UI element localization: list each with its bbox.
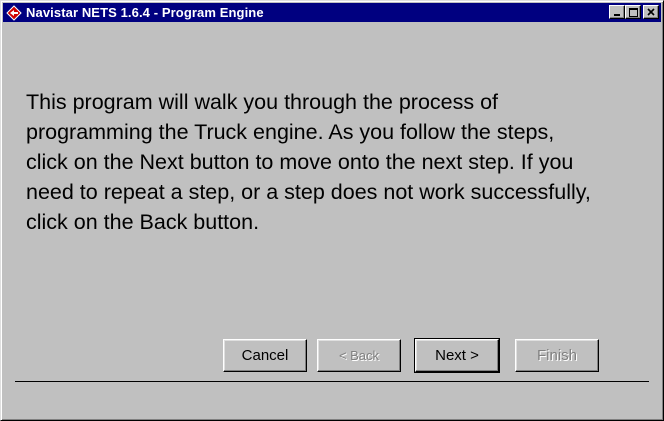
maximize-button[interactable] (625, 5, 641, 19)
cancel-button[interactable]: Cancel (223, 339, 307, 372)
next-button[interactable]: Next > (414, 338, 500, 373)
minimize-button[interactable] (609, 5, 625, 19)
close-button[interactable] (643, 5, 659, 19)
title-bar[interactable]: Navistar NETS 1.6.4 - Program Engine (3, 3, 661, 22)
footer-separator (15, 381, 649, 382)
back-button[interactable]: < Back (317, 339, 401, 372)
close-icon (647, 8, 655, 16)
diamond-arrow-icon[interactable] (6, 4, 22, 21)
window-title: Navistar NETS 1.6.4 - Program Engine (26, 5, 264, 20)
program-engine-window: Navistar NETS 1.6.4 - Program Engine Thi… (0, 0, 664, 421)
maximize-icon (628, 7, 638, 17)
title-buttons (609, 5, 659, 19)
instructions-text: This program will walk you through the p… (26, 90, 591, 234)
finish-button[interactable]: Finish (515, 339, 599, 372)
minimize-icon (614, 14, 620, 16)
